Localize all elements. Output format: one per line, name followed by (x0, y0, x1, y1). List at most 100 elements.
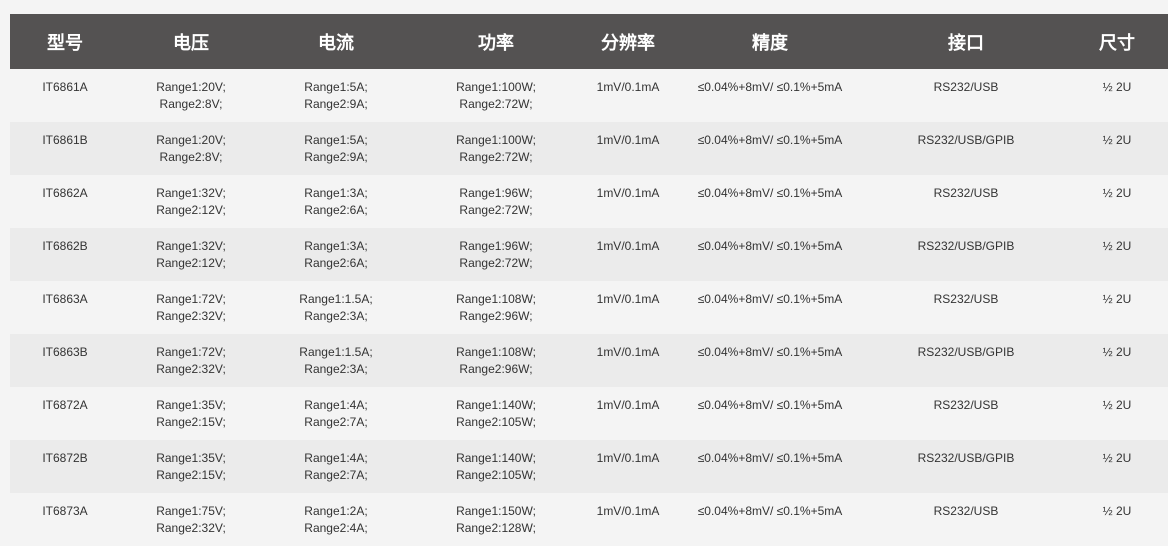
cell-size: ½ 2U (1102, 186, 1132, 200)
cell-interface: RS232/USB/GPIB (917, 239, 1015, 253)
cell-resolution: 1mV/0.1mA (596, 133, 660, 147)
power-range1: Range1:96W; (459, 239, 533, 253)
voltage-range2: Range2:32V; (156, 521, 226, 535)
cell-resolution: 1mV/0.1mA (596, 451, 660, 465)
cell-accuracy: ≤0.04%+8mV/ ≤0.1%+5mA (697, 80, 843, 94)
cell-model: IT6863A (42, 292, 88, 306)
current-range2: Range2:6A; (304, 203, 368, 217)
cell-size: ½ 2U (1102, 345, 1132, 359)
cell-accuracy: ≤0.04%+8mV/ ≤0.1%+5mA (697, 451, 843, 465)
header-power[interactable]: 功率 (410, 14, 582, 69)
cell-voltage: Range1:20V; Range2:8V; (120, 69, 262, 122)
cell-accuracy: ≤0.04%+8mV/ ≤0.1%+5mA (697, 239, 843, 253)
cell-current: Range1:5A; Range2:9A; (262, 122, 410, 175)
cell-model: IT6861A (42, 80, 88, 94)
header-interface[interactable]: 接口 (866, 14, 1066, 69)
header-resolution[interactable]: 分辨率 (582, 14, 674, 69)
power-range1: Range1:108W; (456, 292, 536, 306)
current-range2: Range2:9A; (304, 150, 368, 164)
current-range1: Range1:3A; (304, 186, 368, 200)
table-body: IT6861A Range1:20V; Range2:8V; Range1:5A;… (10, 69, 1168, 546)
cell-power: Range1:108W; Range2:96W; (410, 281, 582, 334)
header-accuracy[interactable]: 精度 (674, 14, 866, 69)
cell-power: Range1:140W; Range2:105W; (410, 440, 582, 493)
current-range2: Range2:9A; (304, 97, 368, 111)
cell-model: IT6873A (42, 504, 88, 518)
current-range2: Range2:7A; (304, 468, 368, 482)
cell-voltage: Range1:35V; Range2:15V; (120, 440, 262, 493)
header-voltage[interactable]: 电压 (120, 14, 262, 69)
cell-interface: RS232/USB (933, 80, 999, 94)
cell-resolution: 1mV/0.1mA (596, 504, 660, 518)
table-row: IT6873A Range1:75V; Range2:32V; Range1:2A… (10, 493, 1168, 546)
power-range2: Range2:72W; (459, 203, 533, 217)
current-range1: Range1:5A; (304, 80, 368, 94)
cell-interface: RS232/USB/GPIB (917, 133, 1015, 147)
header-size[interactable]: 尺寸 (1066, 14, 1168, 69)
cell-power: Range1:100W; Range2:72W; (410, 69, 582, 122)
spec-table-container: 型号 电压 电流 功率 分辨率 精度 接口 尺寸 IT6861A Range1:… (10, 14, 1168, 546)
cell-power: Range1:96W; Range2:72W; (410, 175, 582, 228)
voltage-range2: Range2:15V; (156, 468, 226, 482)
cell-model: IT6872A (42, 398, 88, 412)
cell-interface: RS232/USB/GPIB (917, 451, 1015, 465)
cell-resolution: 1mV/0.1mA (596, 80, 660, 94)
power-range1: Range1:100W; (456, 133, 536, 147)
header-current[interactable]: 电流 (262, 14, 410, 69)
current-range1: Range1:1.5A; (299, 292, 373, 306)
table-row: IT6861B Range1:20V; Range2:8V; Range1:5A;… (10, 122, 1168, 175)
power-range1: Range1:140W; (456, 451, 536, 465)
cell-power: Range1:96W; Range2:72W; (410, 228, 582, 281)
spec-table: 型号 电压 电流 功率 分辨率 精度 接口 尺寸 IT6861A Range1:… (10, 14, 1168, 546)
cell-model: IT6861B (42, 133, 88, 147)
cell-voltage: Range1:32V; Range2:12V; (120, 175, 262, 228)
cell-interface: RS232/USB/GPIB (917, 345, 1015, 359)
voltage-range1: Range1:72V; (156, 345, 226, 359)
current-range2: Range2:3A; (304, 362, 368, 376)
power-range2: Range2:128W; (456, 521, 536, 535)
cell-size: ½ 2U (1102, 292, 1132, 306)
cell-model: IT6862B (42, 239, 88, 253)
table-row: IT6863B Range1:72V; Range2:32V; Range1:1.… (10, 334, 1168, 387)
cell-power: Range1:140W; Range2:105W; (410, 387, 582, 440)
power-range2: Range2:96W; (459, 309, 533, 323)
cell-voltage: Range1:72V; Range2:32V; (120, 281, 262, 334)
cell-voltage: Range1:72V; Range2:32V; (120, 334, 262, 387)
cell-accuracy: ≤0.04%+8mV/ ≤0.1%+5mA (697, 186, 843, 200)
power-range1: Range1:150W; (456, 504, 536, 518)
cell-power: Range1:100W; Range2:72W; (410, 122, 582, 175)
power-range1: Range1:108W; (456, 345, 536, 359)
voltage-range2: Range2:8V; (159, 97, 223, 111)
table-row: IT6863A Range1:72V; Range2:32V; Range1:1.… (10, 281, 1168, 334)
voltage-range2: Range2:15V; (156, 415, 226, 429)
cell-current: Range1:3A; Range2:6A; (262, 228, 410, 281)
cell-voltage: Range1:20V; Range2:8V; (120, 122, 262, 175)
cell-power: Range1:108W; Range2:96W; (410, 334, 582, 387)
current-range2: Range2:7A; (304, 415, 368, 429)
voltage-range1: Range1:35V; (156, 398, 226, 412)
cell-resolution: 1mV/0.1mA (596, 186, 660, 200)
current-range1: Range1:3A; (304, 239, 368, 253)
cell-current: Range1:3A; Range2:6A; (262, 175, 410, 228)
power-range1: Range1:100W; (456, 80, 536, 94)
current-range2: Range2:6A; (304, 256, 368, 270)
cell-current: Range1:4A; Range2:7A; (262, 440, 410, 493)
voltage-range1: Range1:75V; (156, 504, 226, 518)
cell-current: Range1:1.5A; Range2:3A; (262, 281, 410, 334)
voltage-range1: Range1:72V; (156, 292, 226, 306)
cell-model: IT6862A (42, 186, 88, 200)
header-row: 型号 电压 电流 功率 分辨率 精度 接口 尺寸 (10, 14, 1168, 69)
cell-size: ½ 2U (1102, 398, 1132, 412)
cell-resolution: 1mV/0.1mA (596, 345, 660, 359)
voltage-range1: Range1:35V; (156, 451, 226, 465)
power-range2: Range2:105W; (456, 468, 536, 482)
cell-interface: RS232/USB (933, 398, 999, 412)
cell-accuracy: ≤0.04%+8mV/ ≤0.1%+5mA (697, 345, 843, 359)
header-model[interactable]: 型号 (10, 14, 120, 69)
voltage-range1: Range1:32V; (156, 186, 226, 200)
table-row: IT6862B Range1:32V; Range2:12V; Range1:3A… (10, 228, 1168, 281)
voltage-range2: Range2:12V; (156, 203, 226, 217)
voltage-range2: Range2:32V; (156, 362, 226, 376)
cell-interface: RS232/USB (933, 186, 999, 200)
voltage-range2: Range2:8V; (159, 150, 223, 164)
